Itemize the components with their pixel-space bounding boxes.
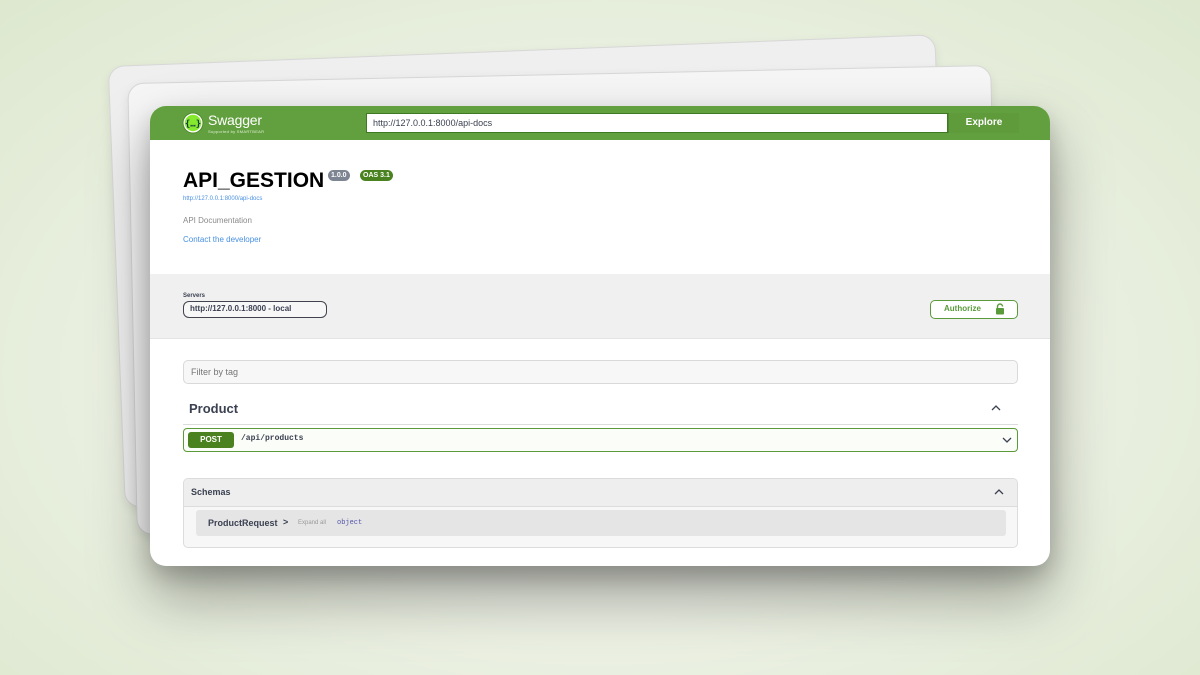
tag-product-title[interactable]: Product [189, 401, 238, 416]
divider [183, 424, 1018, 425]
servers-select[interactable]: http://127.0.0.1:8000 - local [183, 301, 327, 318]
api-title: API_GESTION [183, 169, 325, 192]
api-description: API Documentation [183, 216, 252, 225]
filter-by-tag-input[interactable] [183, 360, 1018, 384]
topbar: {…} Swagger Supported by SMARTBEAR Explo… [150, 106, 1050, 140]
chevron-up-icon[interactable] [993, 487, 1005, 497]
operation-path: /api/products [241, 434, 304, 443]
swagger-window: {…} Swagger Supported by SMARTBEAR Explo… [150, 106, 1050, 566]
explore-button[interactable]: Explore [948, 113, 1019, 133]
chevron-down-icon[interactable] [1001, 435, 1013, 445]
brand-subtitle: Supported by SMARTBEAR [208, 129, 265, 134]
version-badge: 1.0.0 [328, 170, 350, 181]
swagger-logo-icon: {…} [182, 112, 204, 134]
spec-url-input[interactable] [366, 113, 948, 133]
authorize-button[interactable]: Authorize [930, 300, 1018, 319]
schemas-section: Schemas ProductRequest > Expand all obje… [183, 478, 1018, 548]
model-name[interactable]: ProductRequest [208, 518, 278, 528]
authorize-label: Authorize [944, 304, 981, 313]
servers-label: Servers [183, 293, 206, 299]
schemas-title: Schemas [191, 487, 231, 497]
lock-icon [996, 303, 1004, 315]
schemas-header[interactable]: Schemas [184, 479, 1017, 507]
model-product-request[interactable]: ProductRequest > Expand all object [196, 510, 1006, 536]
spec-link[interactable]: http://127.0.0.1:8000/api-docs [183, 196, 262, 202]
contact-link[interactable]: Contact the developer [183, 235, 261, 244]
expand-arrow-icon[interactable]: > [283, 517, 288, 527]
model-type: object [337, 519, 363, 527]
operation-post-products[interactable]: POST /api/products [183, 428, 1018, 452]
svg-text:{…}: {…} [185, 120, 201, 130]
oas-badge: OAS 3.1 [360, 170, 393, 181]
brand-name: Swagger [208, 112, 262, 128]
chevron-up-icon[interactable] [990, 403, 1002, 413]
method-badge: POST [188, 432, 234, 448]
expand-all-link[interactable]: Expand all [298, 520, 326, 526]
